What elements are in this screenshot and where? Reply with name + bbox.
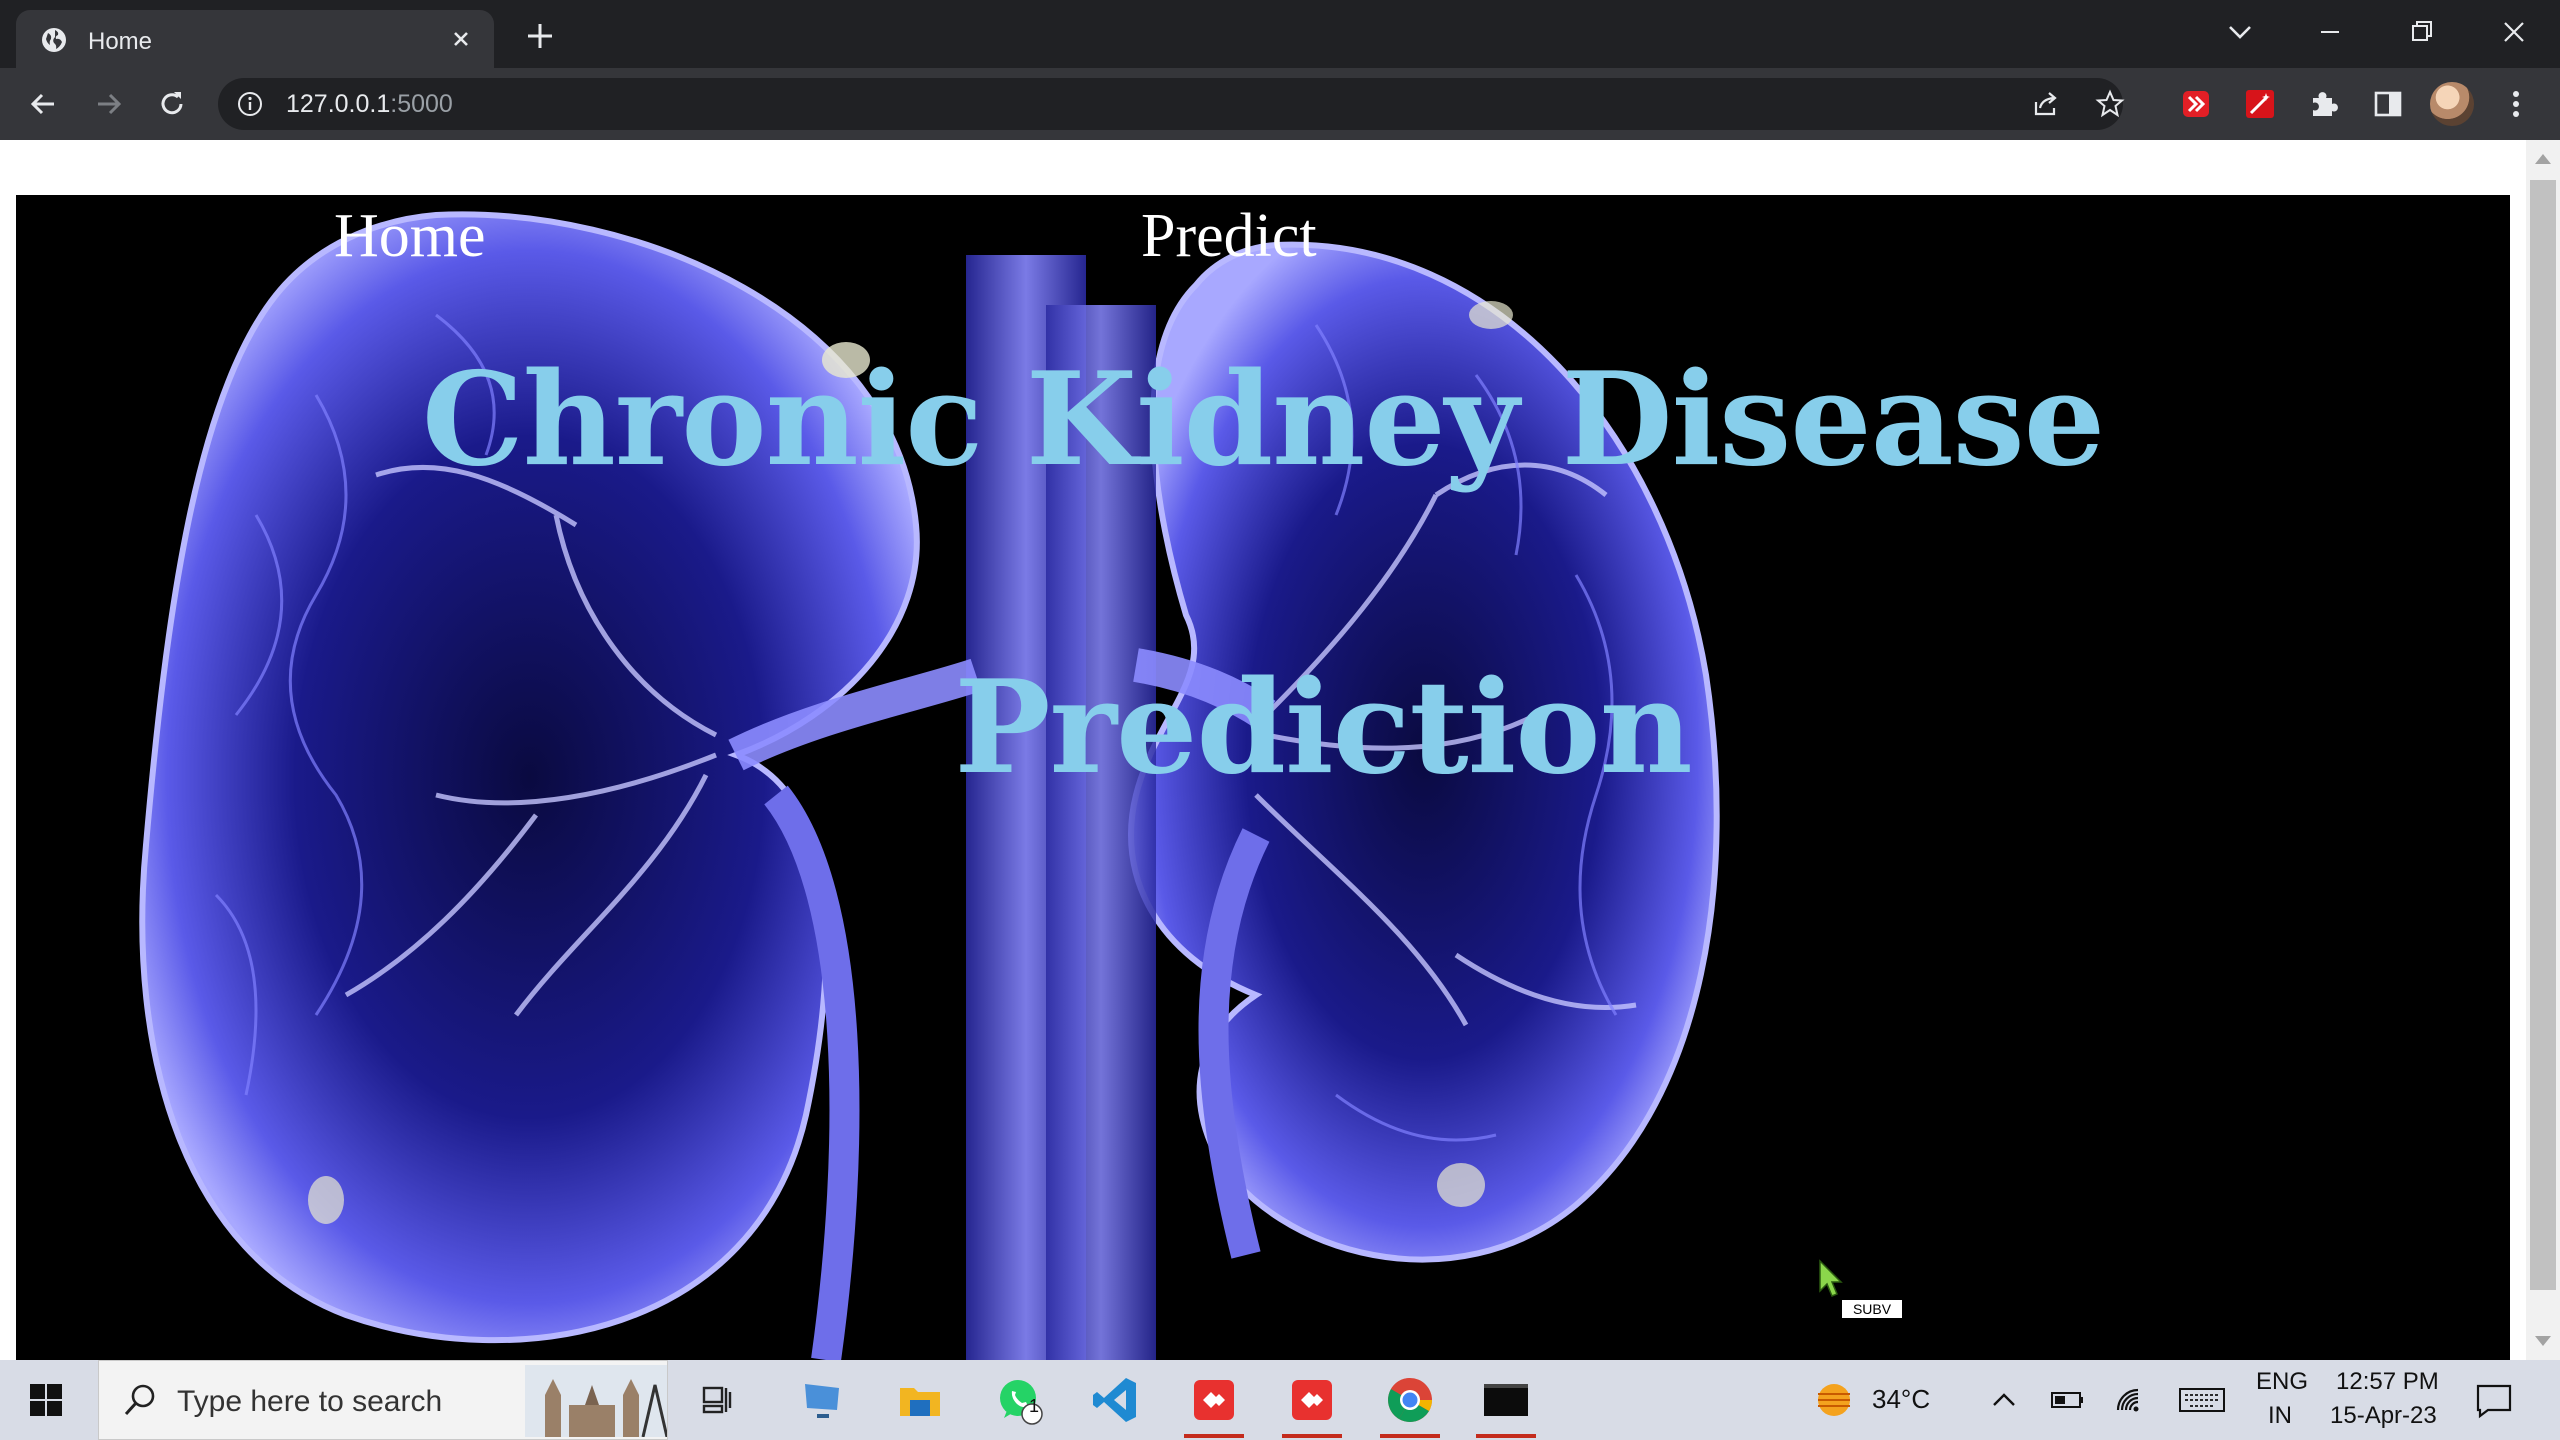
restore-icon[interactable] — [2402, 12, 2442, 52]
tab-title: Home — [88, 28, 153, 55]
side-panel-icon[interactable] — [2368, 84, 2408, 124]
scroll-down-icon[interactable] — [2535, 1336, 2551, 1346]
chrome-icon[interactable] — [1382, 1372, 1438, 1428]
windows-start-icon[interactable] — [28, 1382, 64, 1418]
close-tab-icon[interactable] — [446, 24, 476, 54]
anydesk-icon-2[interactable] — [1284, 1372, 1340, 1428]
new-tab-icon[interactable] — [522, 18, 558, 54]
site-info-icon[interactable] — [236, 90, 264, 118]
active-indicator — [1380, 1434, 1440, 1438]
task-view-icon[interactable] — [690, 1372, 746, 1428]
scrollbar-thumb[interactable] — [2530, 180, 2556, 1290]
url-text: 127.0.0.1:5000 — [286, 90, 453, 119]
browser-toolbar: 127.0.0.1:5000 — [0, 68, 2560, 140]
address-bar[interactable]: 127.0.0.1:5000 — [218, 78, 2126, 130]
hero-banner: Home Predict Chronic Kidney Disease Pred… — [16, 195, 2510, 1360]
page-viewport: Home Predict Chronic Kidney Disease Pred… — [0, 140, 2560, 1360]
page-title-line1: Chronic Kidney Disease — [421, 345, 2105, 495]
whatsapp-badge: 1 — [1029, 1396, 1040, 1416]
close-window-icon[interactable] — [2494, 12, 2534, 52]
url-port: :5000 — [390, 90, 453, 118]
weather-sun-icon[interactable] — [1806, 1372, 1862, 1428]
browser-tab-home[interactable]: Home — [16, 10, 494, 68]
page-title-line2: Prediction — [954, 653, 1692, 803]
whatsapp-icon[interactable] — [992, 1372, 1048, 1428]
search-highlight-cathedral-icon — [525, 1365, 667, 1437]
nav-predict-link[interactable]: Predict — [1141, 201, 1317, 272]
forward-icon[interactable] — [88, 84, 128, 124]
clock-time[interactable]: 12:57 PM — [2336, 1368, 2439, 1396]
nav-home-link[interactable]: Home — [334, 201, 486, 272]
wifi-icon[interactable] — [2104, 1372, 2160, 1428]
clock-date[interactable]: 15-Apr-23 — [2330, 1402, 2437, 1430]
minimize-icon[interactable] — [2310, 12, 2350, 52]
extensions-puzzle-icon[interactable] — [2304, 84, 2344, 124]
active-indicator — [1184, 1434, 1244, 1438]
active-indicator — [1282, 1434, 1342, 1438]
terminal-icon[interactable] — [1478, 1372, 1534, 1428]
scroll-up-icon[interactable] — [2535, 154, 2551, 164]
file-explorer-icon[interactable] — [892, 1372, 948, 1428]
more-menu-icon[interactable] — [2496, 84, 2536, 124]
weather-temp[interactable]: 34°C — [1872, 1384, 1930, 1415]
extension-wand-icon[interactable] — [2240, 84, 2280, 124]
page-scrollbar[interactable] — [2526, 140, 2560, 1360]
browser-titlebar: Home — [0, 0, 2560, 68]
vscode-icon[interactable] — [1088, 1372, 1144, 1428]
bookmark-star-icon[interactable] — [2094, 88, 2126, 120]
this-pc-icon[interactable] — [795, 1372, 851, 1428]
globe-icon — [42, 28, 66, 52]
tab-search-chevron-icon[interactable] — [2220, 12, 2260, 52]
language-indicator[interactable]: ENG — [2256, 1368, 2308, 1396]
reload-icon[interactable] — [152, 84, 192, 124]
extension-red-icon[interactable] — [2176, 84, 2216, 124]
profile-avatar[interactable] — [2430, 82, 2474, 126]
battery-icon[interactable] — [2040, 1372, 2096, 1428]
search-icon — [124, 1384, 155, 1416]
keyboard-icon[interactable] — [2174, 1372, 2230, 1428]
anydesk-icon-1[interactable] — [1186, 1372, 1242, 1428]
partial-button[interactable]: SUBV — [1842, 1300, 1902, 1318]
taskbar-search-box[interactable]: Type here to search — [98, 1360, 668, 1440]
active-indicator — [1476, 1434, 1536, 1438]
region-indicator[interactable]: IN — [2268, 1402, 2292, 1430]
share-icon[interactable] — [2030, 88, 2062, 120]
search-placeholder: Type here to search — [177, 1385, 443, 1418]
mouse-cursor-icon — [1819, 1259, 1843, 1297]
notification-center-icon[interactable] — [2466, 1372, 2522, 1428]
back-icon[interactable] — [24, 84, 64, 124]
windows-taskbar: Type here to search 1 34°C ENG IN 12:57 … — [0, 1360, 2560, 1440]
show-hidden-icons-chevron-icon[interactable] — [1976, 1372, 2032, 1428]
url-host: 127.0.0.1 — [286, 90, 391, 118]
